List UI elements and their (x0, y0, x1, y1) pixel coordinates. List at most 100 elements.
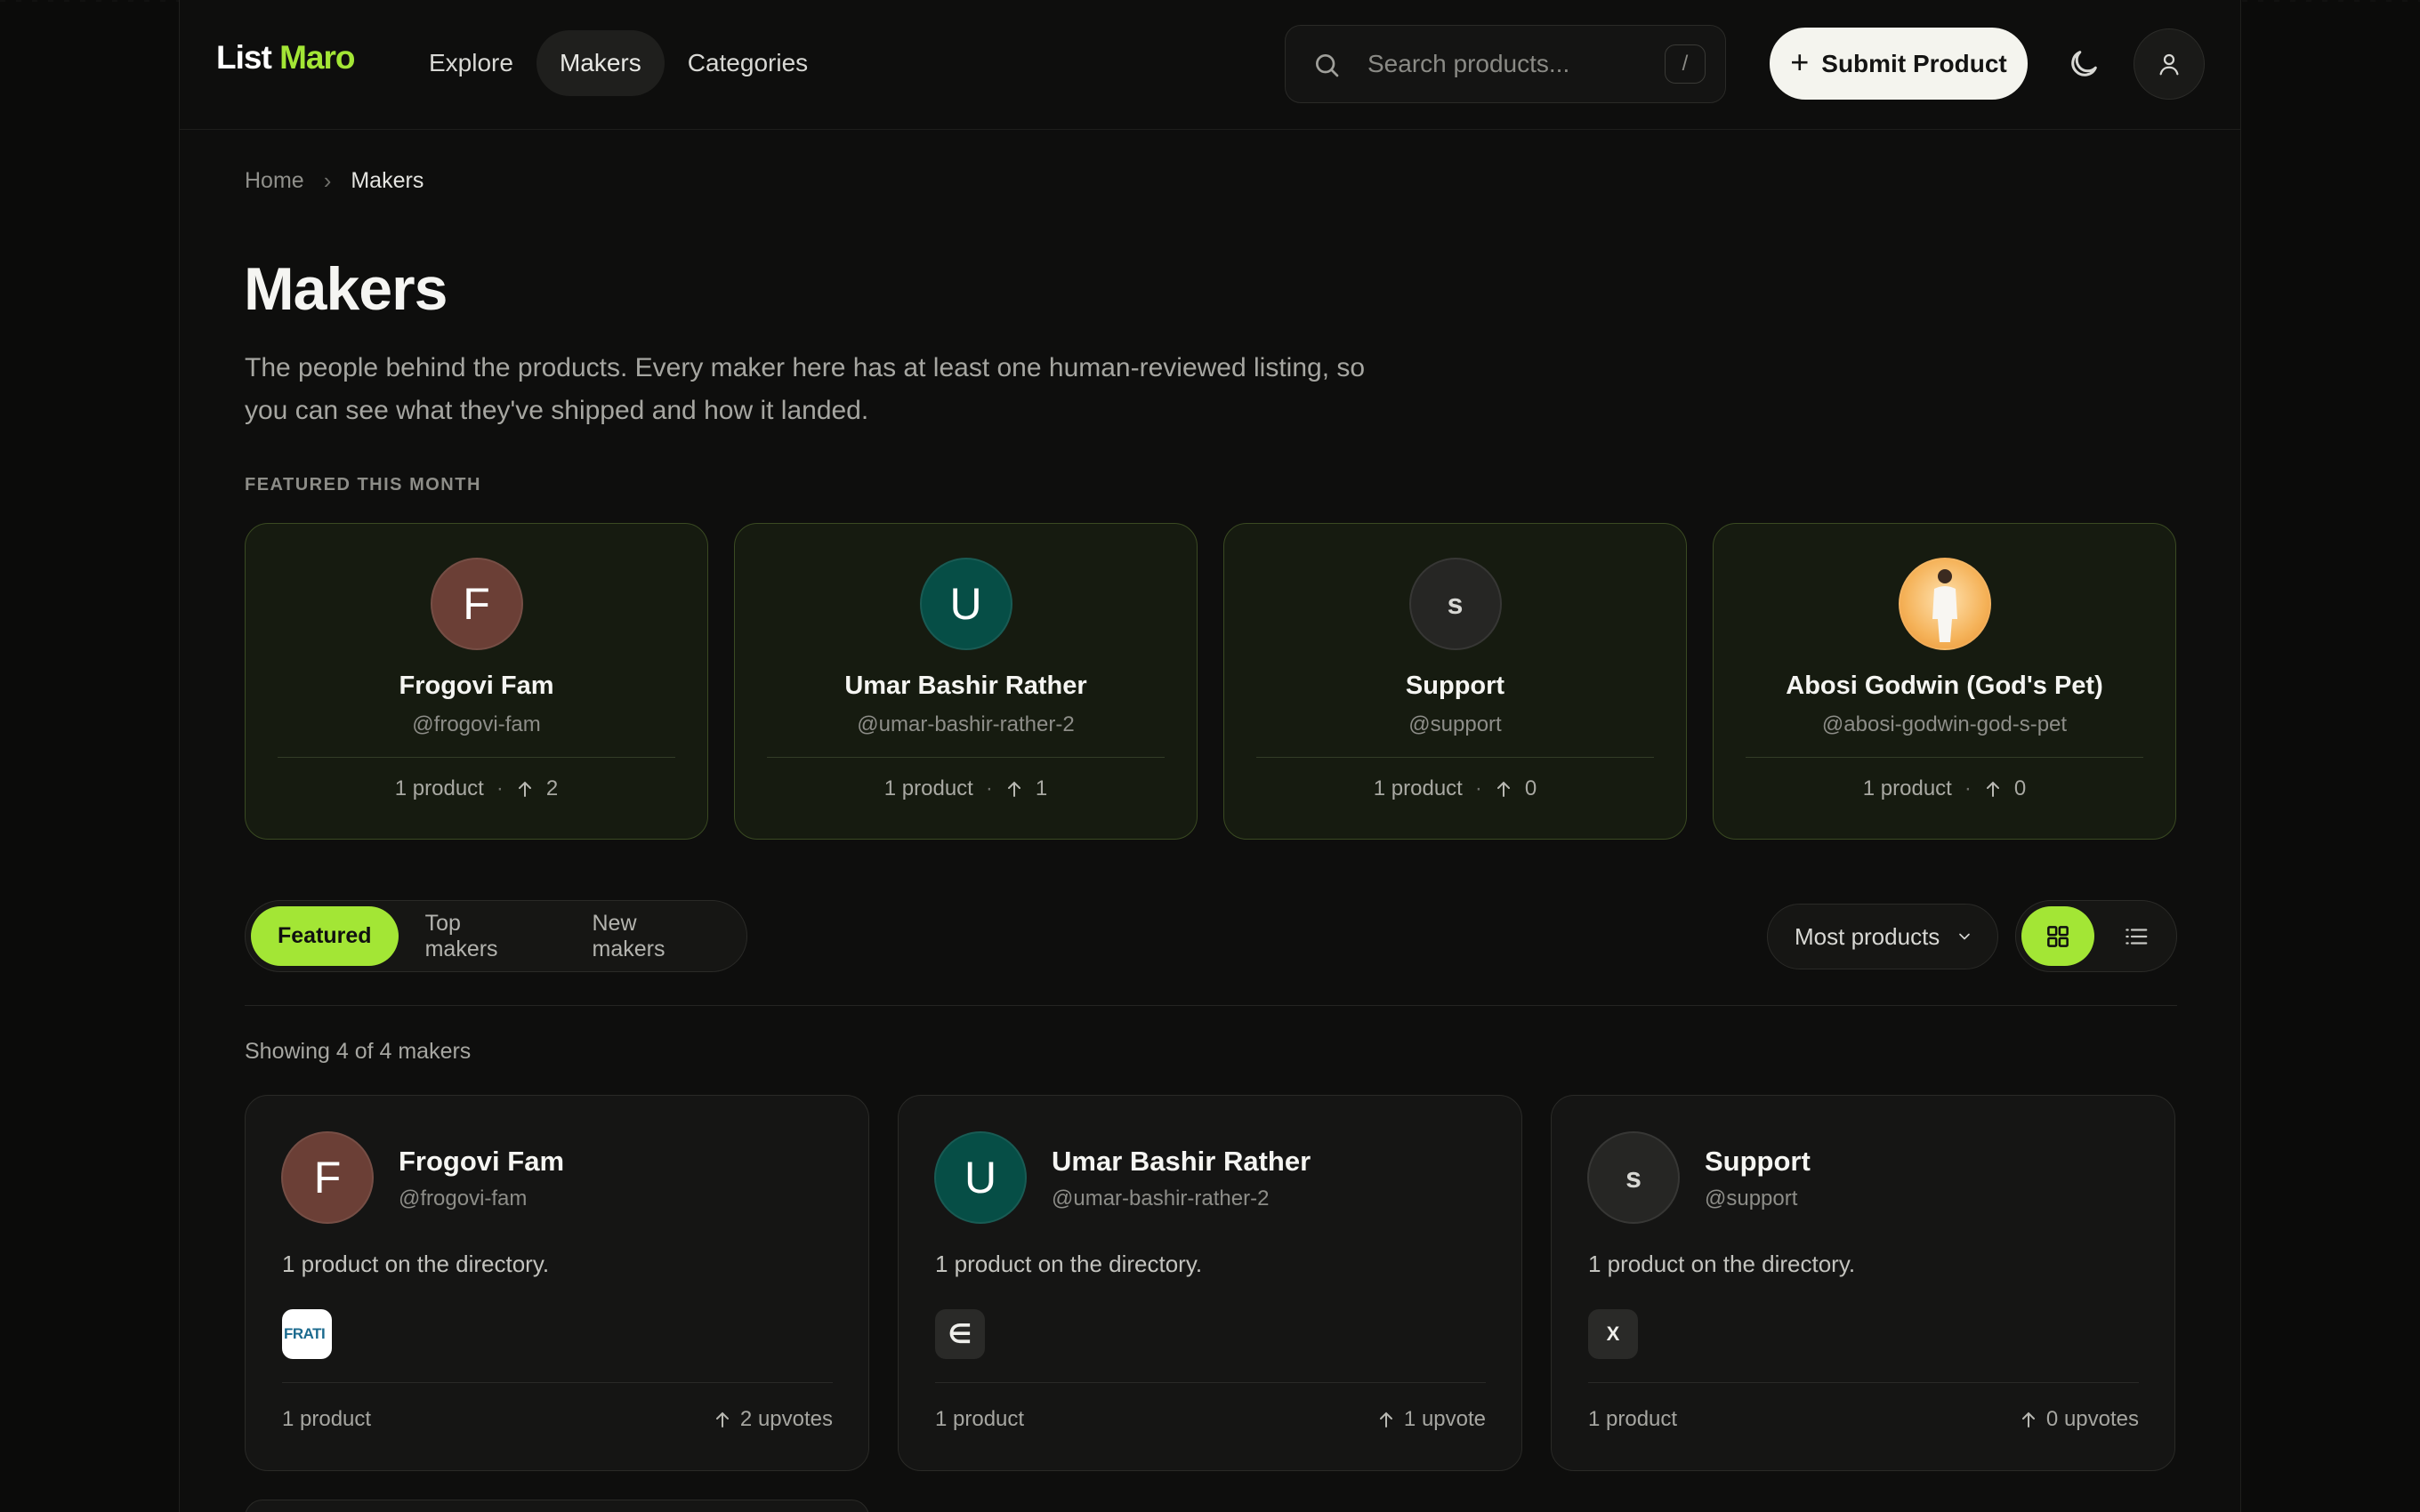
maker-stats: 1 product · 2 (246, 776, 707, 801)
breadcrumb-home[interactable]: Home (245, 168, 304, 194)
tab-top-makers[interactable]: Top makers (399, 906, 566, 966)
sort-dropdown[interactable]: Most products (1767, 904, 1998, 969)
nav-makers[interactable]: Makers (536, 30, 665, 96)
view-toggle (2015, 900, 2177, 972)
maker-name: Umar Bashir Rather (844, 672, 1087, 700)
product-logo[interactable]: X (1588, 1309, 1638, 1359)
maker-description: 1 product on the directory. (1588, 1251, 1856, 1277)
search-box[interactable]: Search products... / (1285, 25, 1726, 103)
logo-text-maro: Maro (279, 39, 355, 76)
card-divider (1588, 1382, 2139, 1383)
maker-description: 1 product on the directory. (935, 1251, 1203, 1277)
maker-handle: @umar-bashir-rather-2 (857, 712, 1075, 736)
featured-section-label: FEATURED THIS MONTH (245, 475, 481, 495)
dot-separator: · (1964, 776, 1972, 800)
page-title: Makers (244, 255, 448, 323)
moon-icon[interactable] (2066, 46, 2101, 82)
tab-featured[interactable]: Featured (251, 906, 399, 966)
product-count: 1 product (935, 1407, 1025, 1431)
user-menu-button[interactable] (2134, 28, 2205, 100)
arrow-up-icon (715, 1411, 729, 1428)
maker-handle: @abosi-godwin-god-s-pet (1821, 712, 2068, 736)
maker-card[interactable]: s Support @support 1 product on the dire… (1551, 1095, 2175, 1471)
search-placeholder: Search products... (1367, 50, 1570, 77)
user-icon (2159, 53, 2179, 76)
search-shortcut-key: / (1665, 44, 1706, 84)
product-count: 1 product (883, 776, 973, 800)
maker-card-partial[interactable] (245, 1500, 869, 1512)
product-logo[interactable]: FRATI (282, 1309, 332, 1359)
avatar-photo (1898, 558, 1991, 650)
results-count: Showing 4 of 4 makers (245, 1039, 472, 1064)
section-divider (245, 1005, 2177, 1006)
maker-description: 1 product on the directory. (282, 1251, 550, 1277)
upvote-count: 2 (545, 776, 559, 800)
avatar: U (919, 558, 1012, 650)
sort-selected-value: Most products (1795, 922, 1940, 950)
featured-maker-card[interactable]: U Umar Bashir Rather @umar-bashir-rather… (734, 523, 1198, 840)
card-divider (278, 757, 675, 758)
breadcrumb: Home › Makers (245, 167, 424, 195)
nav-explore[interactable]: Explore (406, 30, 536, 96)
upvote-count: 0 upvotes (2045, 1407, 2139, 1431)
featured-maker-card[interactable]: s Support @support 1 product · 0 (1223, 523, 1687, 840)
maker-stats: 1 product · 1 (735, 776, 1197, 801)
featured-maker-card[interactable]: Abosi Godwin (God's Pet) @abosi-godwin-g… (1713, 523, 2176, 840)
chevron-right-icon: › (323, 167, 332, 194)
upvote-count: 1 (1035, 776, 1048, 800)
card-divider (1746, 757, 2143, 758)
maker-name: Umar Bashir Rather (1052, 1146, 1311, 1177)
list-view-button[interactable] (2101, 906, 2171, 966)
avatar: F (430, 558, 523, 650)
arrow-up-icon (1007, 781, 1020, 797)
dot-separator: · (496, 776, 504, 800)
chevron-down-icon (1959, 933, 1971, 940)
breadcrumb-current: Makers (351, 168, 424, 193)
dot-separator: · (1474, 776, 1482, 800)
card-divider (767, 757, 1165, 758)
submit-product-button[interactable]: + Submit Product (1770, 28, 2028, 100)
maker-handle: @support (1408, 712, 1502, 736)
card-divider (1256, 757, 1654, 758)
arrow-up-icon (518, 781, 531, 797)
upvote-count: 1 upvote (1403, 1407, 1486, 1431)
site-logo[interactable]: List Maro (216, 39, 355, 76)
page-description: The people behind the products. Every ma… (245, 353, 1366, 425)
nav-categories[interactable]: Categories (665, 30, 831, 96)
product-logo[interactable]: ∈ (935, 1309, 985, 1359)
top-header: List Maro Explore Makers Categories Sear… (180, 0, 2240, 130)
card-divider (935, 1382, 1486, 1383)
upvote-count: 0 (1524, 776, 1537, 800)
maker-card[interactable]: U Umar Bashir Rather @umar-bashir-rather… (898, 1095, 1522, 1471)
upvotes: 2 upvotes (714, 1407, 833, 1432)
avatar: U (934, 1131, 1027, 1224)
maker-stats: 1 product · 0 (1714, 776, 2175, 801)
arrow-up-icon (1986, 781, 1999, 797)
maker-name: Frogovi Fam (399, 672, 554, 700)
product-count: 1 product (1373, 776, 1463, 800)
list-icon (2126, 928, 2148, 945)
page-frame: List Maro Explore Makers Categories Sear… (179, 0, 2241, 1512)
grid-view-button[interactable] (2021, 906, 2094, 966)
product-count: 1 product (1588, 1407, 1678, 1431)
avatar: s (1408, 558, 1502, 650)
arrow-up-icon (2021, 1411, 2035, 1428)
maker-handle: @frogovi-fam (412, 712, 541, 736)
maker-name: Abosi Godwin (God's Pet) (1786, 672, 2103, 700)
featured-makers: F Frogovi Fam @frogovi-fam 1 product · 2… (245, 523, 2176, 840)
main-nav: Explore Makers Categories (406, 30, 831, 96)
logo-text-list: List (216, 39, 272, 76)
upvotes: 0 upvotes (2020, 1407, 2139, 1432)
maker-handle: @frogovi-fam (399, 1186, 528, 1210)
featured-maker-card[interactable]: F Frogovi Fam @frogovi-fam 1 product · 2 (245, 523, 708, 840)
maker-handle: @umar-bashir-rather-2 (1052, 1186, 1270, 1210)
grid-icon (2047, 925, 2069, 947)
maker-handle: @support (1705, 1186, 1798, 1210)
arrow-up-icon (1496, 781, 1510, 797)
maker-filter-tabs: Featured Top makers New makers (245, 900, 747, 972)
tab-new-makers[interactable]: New makers (566, 906, 742, 966)
person-photo-icon (1932, 569, 1957, 642)
dot-separator: · (985, 776, 993, 800)
product-count: 1 product (282, 1407, 372, 1431)
maker-card[interactable]: F Frogovi Fam @frogovi-fam 1 product on … (245, 1095, 869, 1471)
